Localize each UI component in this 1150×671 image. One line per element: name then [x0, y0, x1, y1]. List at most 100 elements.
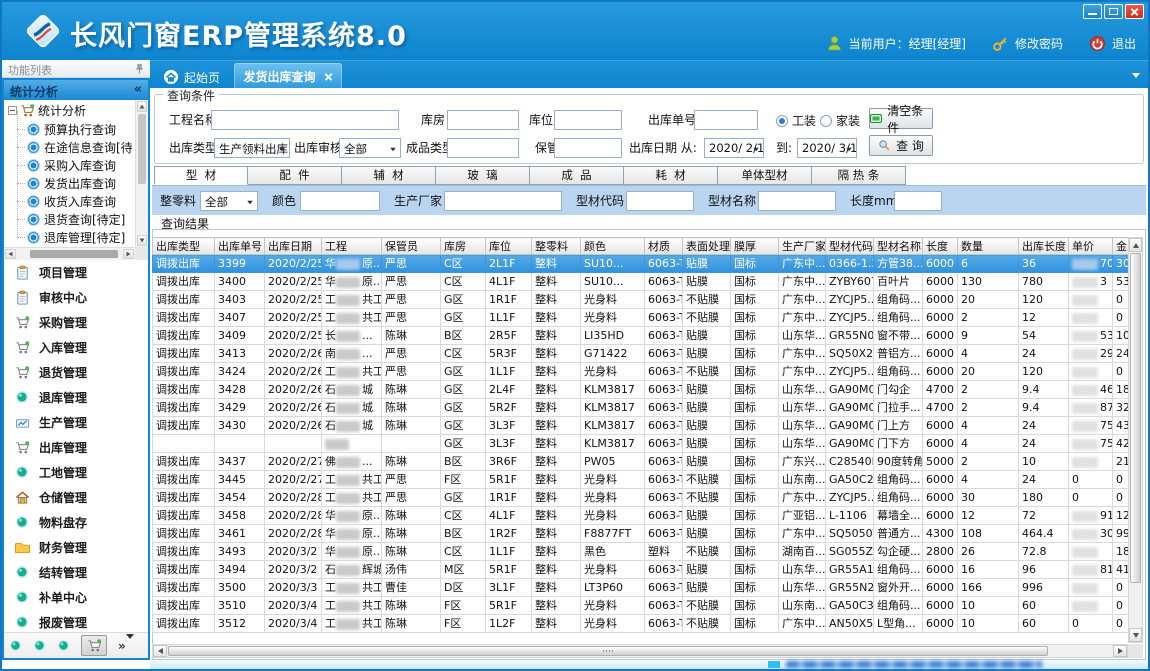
radio-work-clothing[interactable]: 工装	[776, 112, 816, 129]
factory-input[interactable]	[444, 191, 562, 211]
column-header[interactable]: 数量	[958, 238, 1019, 255]
tab-home[interactable]: 起始页	[153, 65, 230, 89]
sidebar-nav-item[interactable]: 生产管理	[4, 410, 148, 435]
material-tab[interactable]: 成 品	[530, 166, 624, 185]
project-name-input[interactable]	[211, 110, 399, 130]
warehouse-input[interactable]	[447, 110, 519, 130]
column-header[interactable]: 库位	[486, 238, 532, 255]
tree-hscroll-thumb[interactable]	[30, 250, 118, 258]
material-tab[interactable]: 耗 材	[624, 166, 718, 185]
tabstrip-dropdown-icon[interactable]	[1132, 73, 1140, 78]
search-button[interactable]: 查 询	[869, 135, 933, 156]
clear-conditions-button[interactable]: 清空条件	[869, 108, 933, 129]
profile-name-input[interactable]	[758, 191, 836, 211]
sidebar-nav-item[interactable]: 出库管理	[4, 435, 148, 460]
column-header[interactable]: 出库日期	[265, 238, 322, 255]
collapse-icon[interactable]: «	[134, 82, 142, 97]
nav-dot-icon[interactable]	[57, 639, 70, 652]
scroll-right-icon[interactable]	[123, 249, 133, 259]
column-header[interactable]: 材质	[645, 238, 683, 255]
table-row[interactable]: 调拨出库35122020/3/4工共工程陈琳F区1L2F整料光身料6063-T5…	[153, 615, 1129, 633]
table-row[interactable]: 调拨出库34092020/2/25长...陈琳B区2R5F整料LI35HD606…	[153, 327, 1129, 345]
column-header[interactable]: 保管员	[382, 238, 441, 255]
cart-button[interactable]	[81, 635, 107, 656]
product-type-input[interactable]	[447, 138, 519, 158]
material-tab[interactable]: 辅 材	[342, 166, 436, 185]
table-row[interactable]: 调拨出库34132020/2/26南...严思C区5R3F整料G71422606…	[153, 345, 1129, 363]
sidebar-nav-item[interactable]: 物料盘存	[4, 510, 148, 535]
sidebar-nav-item[interactable]: 财务管理	[4, 535, 148, 560]
vscroll-thumb[interactable]	[1130, 253, 1141, 583]
table-row[interactable]: 调拨出库34452020/2/27工共工程严思F区5R1F整料光身料6063-T…	[153, 471, 1129, 489]
radio-home-decoration[interactable]: 家装	[820, 112, 860, 129]
table-row[interactable]: 调拨出库34002020/2/25华原...严思C区4L1F整料SU10...6…	[153, 273, 1129, 291]
material-tab[interactable]: 单体型材	[718, 166, 812, 185]
grid-vertical-scrollbar[interactable]	[1128, 237, 1143, 643]
table-row[interactable]: 调拨出库34542020/2/28工共工程严思G区1R1F整料光身料6063-T…	[153, 489, 1129, 507]
column-header[interactable]: 膜厚	[731, 238, 779, 255]
sidebar-tree-item[interactable]: 退库管理[待定]	[4, 228, 148, 246]
table-row[interactable]: 调拨出库34032020/2/25工共工程严思G区1R1F整料光身料6063-T…	[153, 291, 1129, 309]
scroll-up-icon[interactable]	[137, 101, 147, 111]
change-password-link[interactable]: 修改密码	[1015, 35, 1063, 52]
table-row[interactable]: 调拨出库34282020/2/26石城陈琳G区2L4F整料KLM38176063…	[153, 381, 1129, 399]
table-row[interactable]: 调拨出库35102020/3/4工共工程陈琳F区5R1F整料光身料6063-T5…	[153, 597, 1129, 615]
column-header[interactable]: 型材代码	[826, 238, 874, 255]
logout-link[interactable]: 退出	[1112, 35, 1136, 52]
audit-select[interactable]: 全部	[339, 138, 401, 158]
tree-horizontal-scrollbar[interactable]	[4, 247, 135, 260]
sidebar-nav-item[interactable]: 项目管理	[4, 260, 148, 285]
grid-horizontal-scrollbar[interactable]	[152, 644, 1128, 658]
table-row[interactable]: 调拨出库34242020/2/26工共工程严思G区1L1F整料光身料6063-T…	[153, 363, 1129, 381]
minimize-button[interactable]	[1083, 4, 1102, 19]
column-header[interactable]: 颜色	[581, 238, 645, 255]
material-tab[interactable]: 隔 热 条	[812, 166, 906, 185]
table-row[interactable]: 调拨出库34302020/2/26石城陈琳G区3L3F整料KLM38176063…	[153, 417, 1129, 435]
hscroll-thumb[interactable]	[168, 646, 1048, 656]
sidebar-tree-item[interactable]: 采购入库查询	[4, 156, 148, 174]
part-type-select[interactable]: 全部	[200, 191, 258, 211]
maximize-button[interactable]	[1104, 4, 1123, 19]
sidebar-tree-item[interactable]: 收货入库查询	[4, 192, 148, 210]
outbound-type-select[interactable]: 生产领料出库	[214, 138, 290, 158]
tree-root[interactable]: 统计分析	[4, 100, 148, 120]
tab-close-icon[interactable]	[324, 72, 333, 81]
length-input[interactable]	[894, 191, 942, 211]
column-header[interactable]: 表面处理	[683, 238, 731, 255]
tree-expander-icon[interactable]	[8, 106, 17, 115]
column-header[interactable]: 金	[1113, 238, 1129, 255]
table-row[interactable]: 调拨出库34612020/2/28华原...陈琳B区1R2F整料F8877FT6…	[153, 525, 1129, 543]
scroll-down-icon[interactable]	[137, 235, 147, 245]
sidebar-nav-item[interactable]: 入库管理	[4, 335, 148, 360]
scroll-left-icon[interactable]	[5, 249, 15, 259]
date-to-picker[interactable]: 2020/ 3/16	[797, 138, 857, 158]
table-row[interactable]: 调拨出库34582020/2/28华原...陈琳C区4L1F整料光身料6063-…	[153, 507, 1129, 525]
location-input[interactable]	[554, 110, 622, 130]
nav-dot-icon[interactable]	[9, 639, 22, 652]
column-header[interactable]: 工程	[322, 238, 382, 255]
table-row[interactable]: 调拨出库33992020/2/25华原...严思C区2L1F整料SU10...6…	[153, 255, 1129, 273]
scroll-left-icon[interactable]	[153, 645, 167, 657]
sidebar-nav-item[interactable]: 仓储管理	[4, 485, 148, 510]
column-header[interactable]: 整零料	[532, 238, 581, 255]
table-row[interactable]: 调拨出库34292020/2/26石城陈琳G区5R2F整料KLM38176063…	[153, 399, 1129, 417]
sidebar-nav-item[interactable]: 采购管理	[4, 310, 148, 335]
sidebar-tree-item[interactable]: 在途信息查询[待	[4, 138, 148, 156]
sidebar-nav-item[interactable]: 审核中心	[4, 285, 148, 310]
sidebar-nav-item[interactable]: 退货管理	[4, 360, 148, 385]
nav-dot-icon[interactable]	[33, 639, 46, 652]
sidebar-nav-item[interactable]: 报废管理	[4, 610, 148, 632]
material-tab[interactable]: 型 材	[154, 166, 248, 185]
table-row[interactable]: 调拨出库34932020/3/2华原...陈琳C区1L1F整料黑色塑料不贴膜国标…	[153, 543, 1129, 561]
sidebar-tree-item[interactable]: 退货查询[待定]	[4, 210, 148, 228]
tree-vscroll-thumb[interactable]	[138, 114, 146, 184]
column-header[interactable]: 库房	[441, 238, 486, 255]
overflow-chevron[interactable]: »	[118, 641, 134, 651]
close-button[interactable]	[1125, 4, 1144, 19]
column-header[interactable]: 型材名称	[874, 238, 923, 255]
scroll-down-icon[interactable]	[1129, 628, 1142, 642]
column-header[interactable]: 长度	[923, 238, 958, 255]
column-header[interactable]: 出库长度	[1019, 238, 1069, 255]
column-header[interactable]: 出库单号	[215, 238, 265, 255]
sidebar-nav-item[interactable]: 结转管理	[4, 560, 148, 585]
